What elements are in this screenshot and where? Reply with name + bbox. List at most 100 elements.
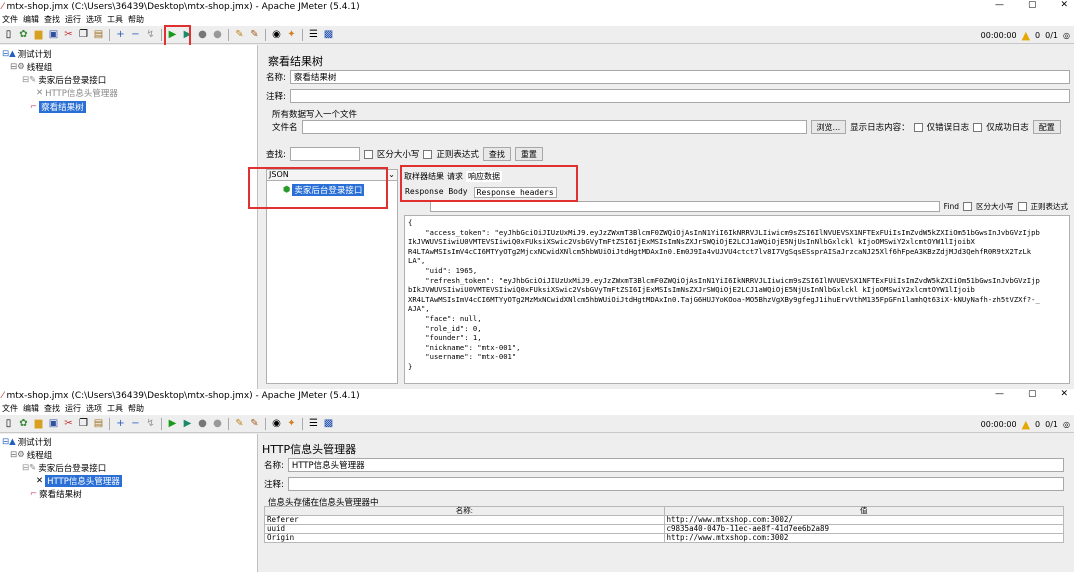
result-item[interactable]: ⬢ 卖家后台登录接口 [283, 184, 365, 196]
close-button[interactable]: ✕ [1060, 0, 1068, 10]
menu-help[interactable]: 帮助 [128, 403, 144, 414]
menu-search[interactable]: 查找 [44, 403, 60, 414]
maximize-button[interactable]: ▢ [1028, 389, 1037, 399]
clear-icon[interactable]: ✎ [233, 417, 246, 430]
tree-node-test-plan[interactable]: ⊟▲ 测试计划 [2, 48, 52, 60]
header-name-cell[interactable]: Referer [264, 515, 665, 525]
menu-edit[interactable]: 编辑 [23, 14, 39, 25]
cut-icon[interactable]: ✂ [62, 417, 75, 430]
expand-icon[interactable]: + [114, 28, 127, 41]
collapse-icon[interactable]: − [129, 28, 142, 41]
menu-options[interactable]: 选项 [86, 14, 102, 25]
search-icon[interactable]: ◉ [270, 28, 283, 41]
header-value-cell[interactable]: http://www.mtxshop.com:3002 [663, 533, 1064, 543]
tree-node-view-results[interactable]: ⌐ 察看结果树 [30, 488, 82, 500]
clear-icon[interactable]: ✎ [233, 28, 246, 41]
new-icon[interactable]: ▯ [2, 28, 15, 41]
subtab-response-body[interactable]: Response Body [405, 187, 468, 198]
subtab-response-headers[interactable]: Response headers [473, 187, 557, 198]
tree-node-sampler[interactable]: ⊟✎ 卖家后台登录接口 [22, 74, 106, 86]
menu-file[interactable]: 文件 [2, 403, 18, 414]
name-input[interactable]: 察看结果树 [289, 70, 1070, 84]
name-input[interactable]: HTTP信息头管理器 [287, 458, 1064, 472]
start-no-pause-icon[interactable]: ▶ [181, 28, 194, 41]
tree-node-header-manager[interactable]: ✕ HTTP信息头管理器 [36, 475, 122, 487]
find-case-checkbox[interactable] [963, 202, 972, 211]
collapse-icon[interactable]: − [129, 417, 142, 430]
column-name-header[interactable]: 名称: [264, 506, 665, 516]
header-name-cell[interactable]: uuid [264, 524, 665, 534]
shutdown-icon[interactable]: ● [211, 28, 224, 41]
clear-all-icon[interactable]: ✎ [248, 417, 261, 430]
tab-response-data[interactable]: 响应数据 [466, 171, 502, 182]
paste-icon[interactable]: ▤ [92, 417, 105, 430]
copy-icon[interactable]: ❐ [77, 417, 90, 430]
success-only-checkbox[interactable] [973, 122, 983, 132]
menu-tools[interactable]: 工具 [107, 403, 123, 414]
start-no-pause-icon[interactable]: ▶ [181, 417, 194, 430]
response-body-text[interactable]: { "access_token": "eyJhbGciOiJIUzUxMiJ9.… [404, 215, 1070, 384]
shutdown-icon[interactable]: ● [211, 417, 224, 430]
menu-help[interactable]: 帮助 [128, 14, 144, 25]
comment-input[interactable] [289, 89, 1070, 103]
function-helper-icon[interactable]: ☰ [307, 417, 320, 430]
save-icon[interactable]: ▣ [47, 417, 60, 430]
menu-file[interactable]: 文件 [2, 14, 18, 25]
search-icon[interactable]: ◉ [270, 417, 283, 430]
find-button[interactable]: 查找 [482, 147, 511, 161]
tree-node-view-results[interactable]: ⌐ 察看结果树 [30, 101, 86, 113]
warning-icon[interactable]: ▲ [1022, 29, 1030, 42]
minimize-button[interactable]: — [995, 0, 1004, 10]
paste-icon[interactable]: ▤ [92, 28, 105, 41]
browse-button[interactable]: 浏览... [810, 120, 847, 134]
open-icon[interactable]: ▆ [32, 28, 45, 41]
tree-node-sampler[interactable]: ⊟✎ 卖家后台登录接口 [22, 462, 106, 474]
menu-run[interactable]: 运行 [65, 403, 81, 414]
search-input[interactable] [289, 147, 360, 161]
start-icon[interactable]: ▶ [166, 417, 179, 430]
close-button[interactable]: ✕ [1060, 389, 1068, 399]
help-icon[interactable]: ▩ [322, 417, 335, 430]
table-row[interactable]: Referer http://www.mtxshop.com:3002/ [264, 515, 1064, 525]
table-row[interactable]: Origin http://www.mtxshop.com:3002 [264, 533, 1064, 543]
toggle-icon[interactable]: ↯ [144, 417, 157, 430]
menu-options[interactable]: 选项 [86, 403, 102, 414]
renderer-select[interactable]: JSON ⌄ [267, 170, 397, 181]
filename-input[interactable] [301, 120, 807, 134]
find-response-input[interactable] [429, 201, 940, 212]
comment-input[interactable] [287, 477, 1064, 491]
tab-request[interactable]: 请求 [447, 171, 463, 182]
tree-node-thread-group[interactable]: ⊟⚙ 线程组 [10, 61, 52, 73]
expand-icon[interactable]: + [114, 417, 127, 430]
tab-sampler-result[interactable]: 取样器结果 [404, 171, 444, 182]
help-icon[interactable]: ▩ [322, 28, 335, 41]
regex-checkbox[interactable] [423, 149, 433, 159]
stop-icon[interactable]: ● [196, 28, 209, 41]
remote-icon[interactable]: ◎ [1063, 420, 1070, 429]
reset-button[interactable]: 重置 [514, 147, 543, 161]
reset-search-icon[interactable]: ✦ [285, 417, 298, 430]
open-icon[interactable]: ▆ [32, 417, 45, 430]
start-icon[interactable]: ▶ [166, 28, 179, 41]
menu-tools[interactable]: 工具 [107, 14, 123, 25]
clear-all-icon[interactable]: ✎ [248, 28, 261, 41]
toggle-icon[interactable]: ↯ [144, 28, 157, 41]
case-sensitive-checkbox[interactable] [363, 149, 373, 159]
templates-icon[interactable]: ✿ [17, 417, 30, 430]
minimize-button[interactable]: — [995, 389, 1004, 399]
table-row[interactable]: uuid c9835a40-047b-11ec-ae8f-41d7ee6b2a8… [264, 524, 1064, 534]
tree-node-test-plan[interactable]: ⊟▲ 测试计划 [2, 436, 52, 448]
errors-only-checkbox[interactable] [913, 122, 923, 132]
menu-run[interactable]: 运行 [65, 14, 81, 25]
reset-search-icon[interactable]: ✦ [285, 28, 298, 41]
function-helper-icon[interactable]: ☰ [307, 28, 320, 41]
find-regex-checkbox[interactable] [1017, 202, 1027, 211]
remote-icon[interactable]: ◎ [1063, 31, 1070, 40]
warning-icon[interactable]: ▲ [1022, 418, 1030, 431]
tree-node-header-manager[interactable]: ✕ HTTP信息头管理器 [36, 87, 118, 99]
cut-icon[interactable]: ✂ [62, 28, 75, 41]
templates-icon[interactable]: ✿ [17, 28, 30, 41]
maximize-button[interactable]: ▢ [1028, 0, 1037, 10]
configure-button[interactable]: 配置 [1032, 120, 1061, 134]
copy-icon[interactable]: ❐ [77, 28, 90, 41]
